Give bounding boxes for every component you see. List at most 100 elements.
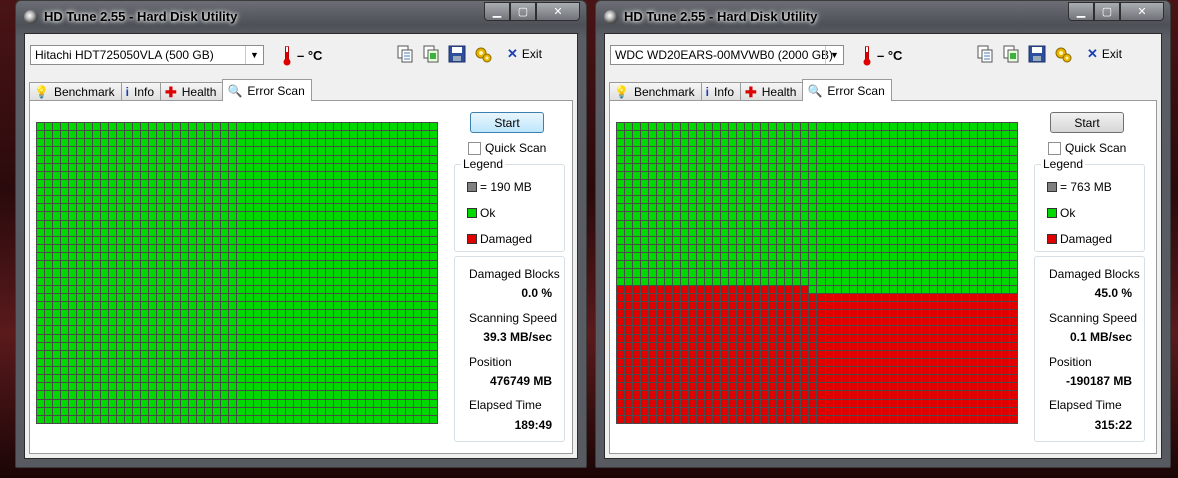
- copy-icon[interactable]: [395, 44, 415, 64]
- save-icon[interactable]: [447, 44, 467, 64]
- block-damaged: [809, 375, 817, 383]
- legend-ok: Ok: [1047, 206, 1075, 220]
- checkbox-box[interactable]: [1048, 141, 1061, 155]
- block-damaged: [809, 310, 817, 318]
- block-ok: [381, 301, 389, 310]
- block-ok: [761, 188, 769, 196]
- minimize-button[interactable]: ▁: [1068, 2, 1094, 21]
- block-damaged: [889, 415, 897, 423]
- block-ok: [341, 147, 349, 155]
- copy-icon[interactable]: [975, 44, 995, 64]
- tab-benchmark[interactable]: 💡 Benchmark: [609, 82, 702, 101]
- block-ok: [657, 179, 665, 188]
- block-ok: [737, 155, 745, 163]
- minimize-button[interactable]: ▁: [484, 2, 510, 21]
- block-ok: [229, 236, 237, 245]
- tab-benchmark[interactable]: 💡 Benchmark: [29, 82, 122, 101]
- block-ok: [857, 285, 865, 293]
- block-ok: [109, 318, 117, 326]
- block-ok: [221, 350, 229, 358]
- block-ok: [325, 358, 333, 367]
- block-damaged: [977, 310, 985, 318]
- tab-health[interactable]: ✚ Health: [740, 82, 804, 101]
- block-ok: [317, 318, 325, 326]
- block-ok: [133, 285, 141, 293]
- chevron-down-icon[interactable]: ▼: [825, 46, 843, 64]
- copy-all-icon[interactable]: [1001, 44, 1021, 64]
- close-button[interactable]: ✕: [536, 2, 580, 21]
- block-ok: [213, 212, 221, 220]
- block-ok: [961, 139, 969, 147]
- title-bar[interactable]: HD Tune 2.55 - Hard Disk Utility ▁ ▢ ✕: [596, 1, 1170, 33]
- block-damaged: [713, 301, 721, 310]
- tab-error-scan[interactable]: 🔍 Error Scan: [222, 79, 312, 101]
- drive-select[interactable]: Hitachi HDT725050VLA (500 GB) ▼: [30, 45, 264, 65]
- block-ok: [197, 334, 205, 342]
- block-damaged: [961, 350, 969, 358]
- tab-info[interactable]: i Info: [120, 82, 162, 101]
- options-icon[interactable]: [473, 44, 493, 64]
- block-ok: [101, 293, 109, 301]
- block-ok: [373, 228, 381, 236]
- block-ok: [133, 196, 141, 204]
- block-ok: [205, 269, 213, 277]
- block-damaged: [873, 342, 881, 350]
- block-ok: [405, 228, 413, 236]
- maximize-button[interactable]: ▢: [1094, 2, 1120, 21]
- quick-scan-checkbox[interactable]: Quick Scan: [1048, 141, 1126, 155]
- block-ok: [149, 293, 157, 301]
- checkbox-box[interactable]: [468, 141, 481, 155]
- exit-button[interactable]: ✕ Exit: [507, 46, 542, 62]
- block-damaged: [833, 358, 841, 367]
- block-ok: [881, 123, 889, 131]
- block-ok: [697, 179, 705, 188]
- title-bar[interactable]: HD Tune 2.55 - Hard Disk Utility ▁ ▢ ✕: [16, 1, 586, 33]
- block-ok: [173, 367, 181, 375]
- block-ok: [181, 310, 189, 318]
- block-ok: [673, 131, 681, 139]
- block-ok: [293, 358, 301, 367]
- block-ok: [77, 220, 85, 228]
- tab-error-scan[interactable]: 🔍 Error Scan: [802, 79, 892, 101]
- window-title: HD Tune 2.55 - Hard Disk Utility: [44, 9, 238, 24]
- copy-all-icon[interactable]: [421, 44, 441, 64]
- block-ok: [633, 155, 641, 163]
- block-ok: [189, 261, 197, 269]
- tab-health[interactable]: ✚ Health: [160, 82, 224, 101]
- maximize-button[interactable]: ▢: [510, 2, 536, 21]
- block-ok: [397, 334, 405, 342]
- block-ok: [777, 236, 785, 245]
- block-ok: [937, 236, 945, 245]
- block-damaged: [889, 375, 897, 383]
- block-damaged: [929, 415, 937, 423]
- chevron-down-icon[interactable]: ▼: [245, 46, 263, 64]
- block-damaged: [641, 350, 649, 358]
- block-ok: [261, 188, 269, 196]
- drive-select[interactable]: WDC WD20EARS-00MVWB0 (2000 GB) ▼: [610, 45, 844, 65]
- block-ok: [373, 277, 381, 285]
- block-ok: [697, 163, 705, 171]
- exit-button[interactable]: ✕ Exit: [1087, 46, 1122, 62]
- start-button[interactable]: Start: [470, 112, 544, 133]
- block-ok: [421, 163, 429, 171]
- block-ok: [825, 171, 833, 179]
- block-ok: [101, 171, 109, 179]
- scan-block-grid: [36, 122, 438, 424]
- save-icon[interactable]: [1027, 44, 1047, 64]
- block-ok: [173, 399, 181, 407]
- tab-info[interactable]: i Info: [700, 82, 742, 101]
- block-ok: [785, 163, 793, 171]
- block-ok: [777, 171, 785, 179]
- block-ok: [77, 383, 85, 391]
- start-button[interactable]: Start: [1050, 112, 1124, 133]
- block-ok: [689, 245, 697, 253]
- block-damaged: [625, 285, 633, 293]
- close-button[interactable]: ✕: [1120, 2, 1164, 21]
- block-ok: [229, 245, 237, 253]
- options-icon[interactable]: [1053, 44, 1073, 64]
- block-ok: [53, 147, 61, 155]
- block-ok: [253, 171, 261, 179]
- quick-scan-checkbox[interactable]: Quick Scan: [468, 141, 546, 155]
- block-ok: [921, 212, 929, 220]
- block-ok: [133, 358, 141, 367]
